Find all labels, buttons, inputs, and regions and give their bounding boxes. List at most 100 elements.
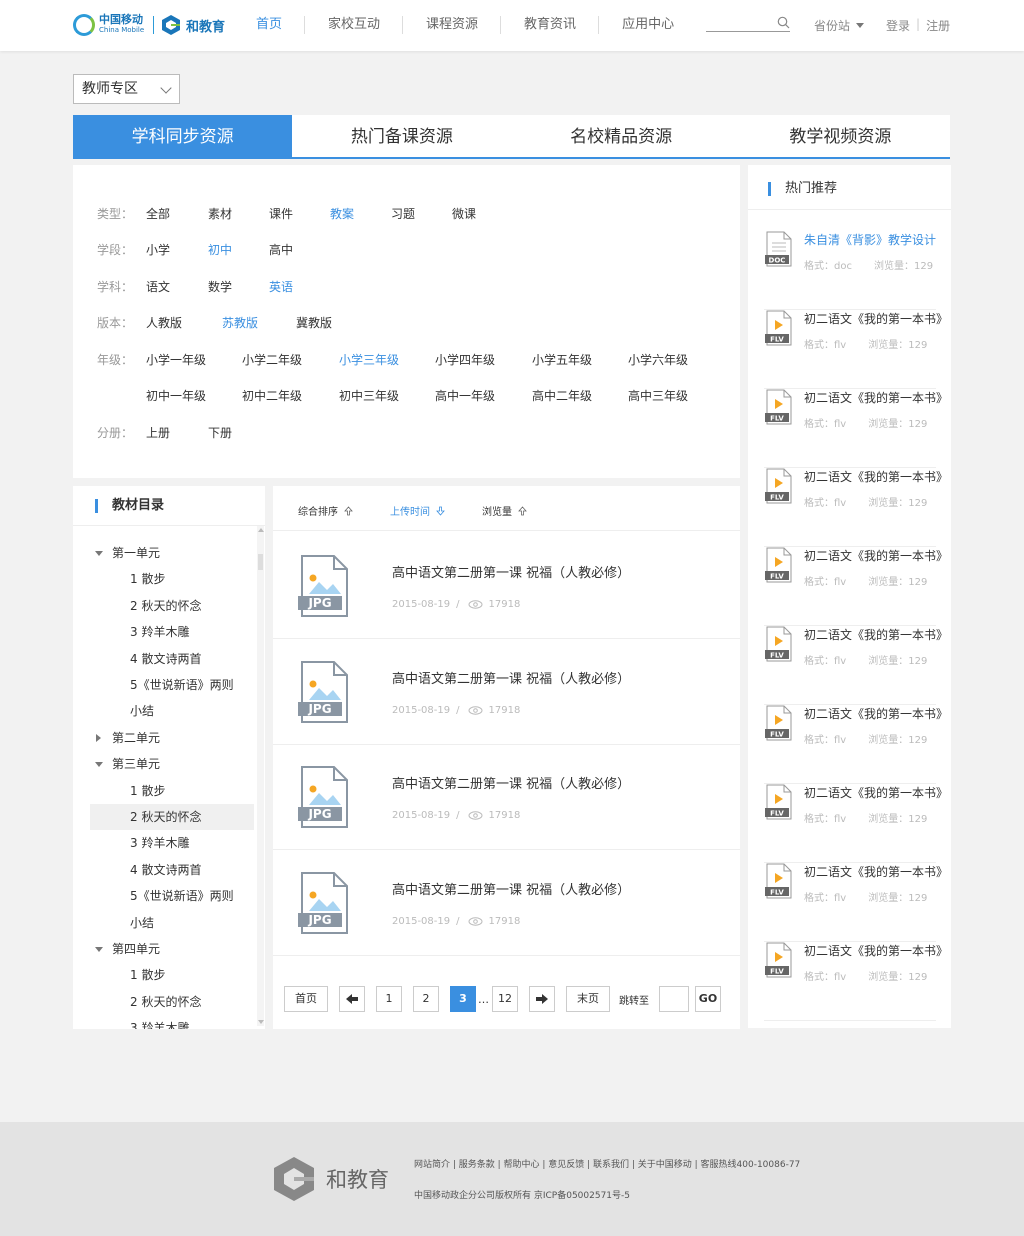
catalog-unit[interactable]: 第三单元	[90, 751, 254, 777]
scroll-down-icon[interactable]	[258, 1020, 264, 1024]
hot-item[interactable]: FLV 初二语文《我的第一本书》 格式：flv 浏览量：129	[764, 705, 948, 784]
hot-item-name[interactable]: 初二语文《我的第一本书》	[804, 942, 948, 959]
catalog-lesson[interactable]: 4 散文诗两首	[90, 646, 254, 672]
filter-option[interactable]: 冀教版	[296, 314, 332, 331]
filter-option-selected[interactable]: 初中	[208, 241, 269, 258]
catalog-lesson[interactable]: 3 羚羊木雕	[90, 830, 254, 856]
catalog-lesson[interactable]: 1 散步	[90, 778, 254, 804]
sort-views[interactable]: 浏览量	[482, 503, 527, 518]
scrollbar-thumb[interactable]	[258, 554, 263, 570]
caret-down-icon[interactable]	[95, 551, 103, 556]
search-input[interactable]	[706, 14, 790, 32]
filter-option[interactable]: 初中二年级	[242, 387, 339, 404]
filter-option[interactable]: 下册	[208, 424, 232, 441]
hot-item[interactable]: FLV 初二语文《我的第一本书》 格式：flv 浏览量：129	[764, 468, 948, 547]
resource-item[interactable]: JPG 高中语文第二册第一课 祝福（人教必修） 2015-08-19 / 17918	[273, 743, 740, 850]
filter-option-selected[interactable]: 苏教版	[222, 314, 296, 331]
hot-item[interactable]: FLV 初二语文《我的第一本书》 格式：flv 浏览量：129	[764, 784, 948, 863]
resource-item[interactable]: JPG 高中语文第二册第一课 祝福（人教必修） 2015-08-19 / 17918	[273, 849, 740, 956]
catalog-lesson[interactable]: 5《世说新语》两则	[90, 672, 254, 698]
catalog-lesson[interactable]: 3 羚羊木雕	[90, 619, 254, 645]
resource-title[interactable]: 高中语文第二册第一课 祝福（人教必修）	[392, 562, 630, 581]
go-button[interactable]: GO	[695, 986, 721, 1012]
filter-option[interactable]: 课件	[269, 205, 330, 222]
hot-item-name[interactable]: 朱自清《背影》教学设计	[804, 231, 936, 248]
filter-option[interactable]: 高中二年级	[532, 387, 628, 404]
filter-option[interactable]: 语文	[146, 278, 208, 295]
catalog-lesson[interactable]: 1 散步	[90, 962, 254, 988]
filter-option[interactable]: 初中一年级	[146, 387, 242, 404]
scroll-up-icon[interactable]	[258, 528, 264, 532]
sort-upload-time[interactable]: 上传时间	[390, 503, 445, 518]
hot-item[interactable]: FLV 初二语文《我的第一本书》 格式：flv 浏览量：129	[764, 942, 948, 1021]
filter-option[interactable]: 小学五年级	[532, 351, 628, 368]
page-next-button[interactable]	[529, 986, 555, 1012]
tab-hot-prep[interactable]: 热门备课资源	[292, 115, 511, 157]
catalog-unit[interactable]: 第一单元	[90, 540, 254, 566]
nav-item-news[interactable]: 教育资讯	[500, 16, 598, 34]
hot-item-name[interactable]: 初二语文《我的第一本书》	[804, 863, 948, 880]
hot-item-name[interactable]: 初二语文《我的第一本书》	[804, 626, 948, 643]
filter-option[interactable]: 全部	[146, 205, 208, 222]
filter-option-selected[interactable]: 英语	[269, 278, 293, 295]
resource-item[interactable]: JPG 高中语文第二册第一课 祝福（人教必修） 2015-08-19 / 17918	[273, 638, 740, 745]
catalog-lesson[interactable]: 2 秋天的怀念	[90, 804, 254, 830]
page-first-button[interactable]: 首页	[284, 986, 328, 1012]
hot-item[interactable]: FLV 初二语文《我的第一本书》 格式：flv 浏览量：129	[764, 863, 948, 942]
catalog-lesson[interactable]: 小结	[90, 698, 254, 724]
resource-title[interactable]: 高中语文第二册第一课 祝福（人教必修）	[392, 773, 630, 792]
zone-select[interactable]: 教师专区	[73, 74, 180, 104]
hot-item-name[interactable]: 初二语文《我的第一本书》	[804, 784, 948, 801]
filter-option[interactable]: 初中三年级	[339, 387, 435, 404]
filter-option[interactable]: 高中一年级	[435, 387, 532, 404]
hot-item-name[interactable]: 初二语文《我的第一本书》	[804, 310, 948, 327]
catalog-unit[interactable]: 第四单元	[90, 936, 254, 962]
resource-item[interactable]: JPG 高中语文第二册第一课 祝福（人教必修） 2015-08-19 / 17918	[273, 532, 740, 639]
filter-option[interactable]: 小学一年级	[146, 351, 242, 368]
filter-option[interactable]: 人教版	[146, 314, 222, 331]
catalog-lesson[interactable]: 2 秋天的怀念	[90, 989, 254, 1015]
caret-down-icon[interactable]	[95, 947, 103, 952]
he-education-logo[interactable]: 和教育	[160, 14, 225, 36]
page-button[interactable]: 1	[376, 986, 402, 1012]
hot-item-name[interactable]: 初二语文《我的第一本书》	[804, 547, 948, 564]
filter-option[interactable]: 高中三年级	[628, 387, 688, 404]
filter-option[interactable]: 小学四年级	[435, 351, 532, 368]
caret-right-icon[interactable]	[96, 733, 101, 742]
catalog-lesson[interactable]: 小结	[90, 910, 254, 936]
filter-option[interactable]: 小学	[146, 241, 208, 258]
filter-option[interactable]: 高中	[269, 241, 293, 258]
nav-item-home-school[interactable]: 家校互动	[304, 16, 402, 34]
nav-item-home[interactable]: 首页	[240, 16, 304, 34]
hot-item[interactable]: FLV 初二语文《我的第一本书》 格式：flv 浏览量：129	[764, 389, 948, 468]
page-prev-button[interactable]	[339, 986, 365, 1012]
catalog-scrollbar[interactable]	[257, 526, 264, 1026]
filter-option-selected[interactable]: 小学三年级	[339, 351, 435, 368]
filter-option[interactable]: 小学六年级	[628, 351, 688, 368]
hot-item[interactable]: DOC 朱自清《背影》教学设计 格式：doc 浏览量：129	[764, 231, 936, 310]
login-link[interactable]: 登录	[886, 17, 910, 34]
hot-item-name[interactable]: 初二语文《我的第一本书》	[804, 705, 948, 722]
catalog-lesson[interactable]: 3 羚羊木雕	[90, 1015, 254, 1029]
resource-title[interactable]: 高中语文第二册第一课 祝福（人教必修）	[392, 668, 630, 687]
filter-option-selected[interactable]: 教案	[330, 205, 391, 222]
catalog-lesson[interactable]: 2 秋天的怀念	[90, 593, 254, 619]
hot-item[interactable]: FLV 初二语文《我的第一本书》 格式：flv 浏览量：129	[764, 310, 948, 389]
jump-page-input[interactable]	[659, 986, 689, 1012]
hot-item[interactable]: FLV 初二语文《我的第一本书》 格式：flv 浏览量：129	[764, 626, 948, 705]
tab-subject-sync[interactable]: 学科同步资源	[73, 115, 293, 157]
filter-option[interactable]: 上册	[146, 424, 208, 441]
resource-title[interactable]: 高中语文第二册第一课 祝福（人教必修）	[392, 879, 630, 898]
catalog-lesson[interactable]: 5《世说新语》两则	[90, 883, 254, 909]
filter-option[interactable]: 微课	[452, 205, 476, 222]
hot-item-name[interactable]: 初二语文《我的第一本书》	[804, 389, 948, 406]
page-end-button[interactable]: 末页	[566, 986, 610, 1012]
sort-composite[interactable]: 综合排序	[298, 503, 353, 518]
caret-down-icon[interactable]	[95, 762, 103, 768]
footer-links[interactable]: 网站简介 | 服务条款 | 帮助中心 | 意见反馈 | 联系我们 | 关于中国移…	[414, 1157, 800, 1170]
nav-item-courses[interactable]: 课程资源	[402, 16, 500, 34]
search-icon[interactable]	[777, 16, 790, 29]
register-link[interactable]: 注册	[926, 17, 950, 34]
page-button[interactable]: 12	[492, 986, 518, 1012]
tab-teaching-video[interactable]: 教学视频资源	[731, 115, 950, 157]
